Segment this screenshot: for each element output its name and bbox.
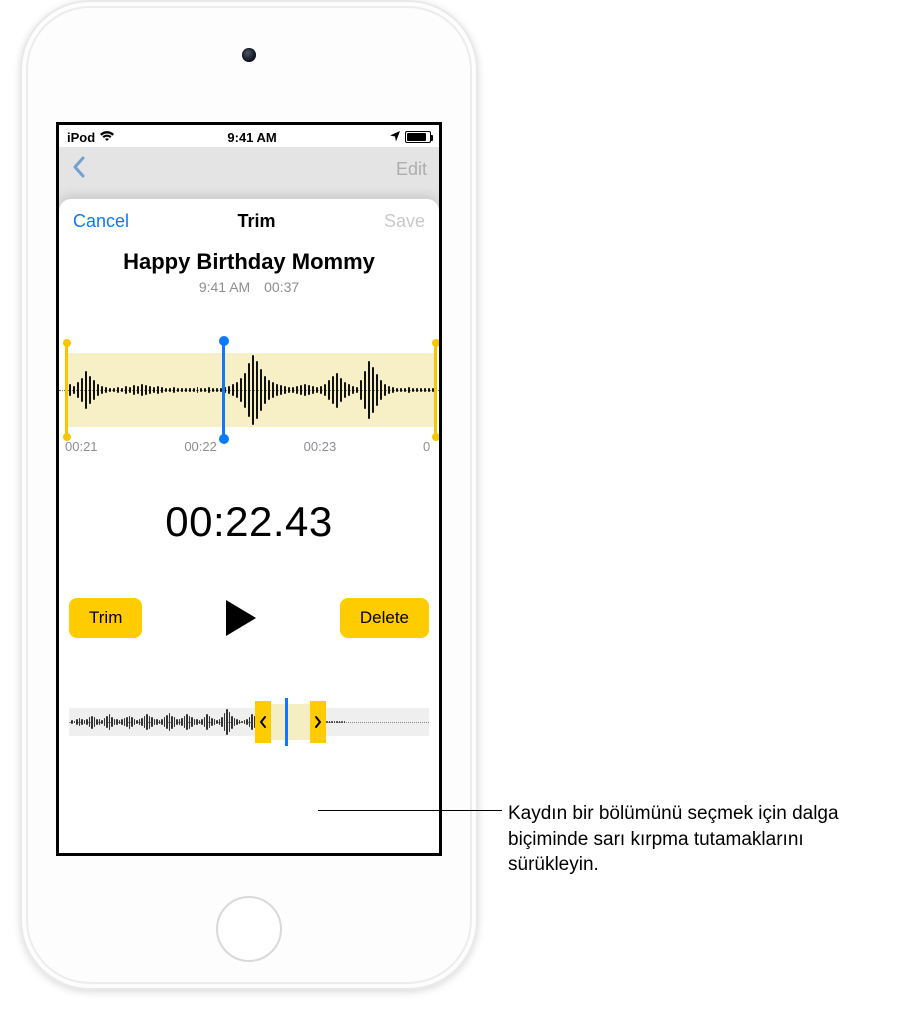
recording-time: 9:41 AM bbox=[199, 279, 250, 295]
overview-selection bbox=[271, 704, 311, 740]
save-button[interactable]: Save bbox=[384, 211, 425, 232]
waveform-overview[interactable] bbox=[59, 698, 439, 746]
sheet-nav: Cancel Trim Save bbox=[59, 199, 439, 243]
status-bar: iPod 9:41 AM bbox=[59, 125, 439, 147]
battery-icon bbox=[405, 131, 431, 143]
controls-row: Trim Delete bbox=[59, 598, 439, 638]
play-icon[interactable] bbox=[226, 600, 256, 636]
overview-trim-handle-left[interactable] bbox=[255, 701, 271, 743]
cancel-button[interactable]: Cancel bbox=[73, 211, 129, 232]
trim-sheet: Cancel Trim Save Happy Birthday Mommy 9:… bbox=[59, 199, 439, 853]
trim-button[interactable]: Trim bbox=[69, 598, 142, 638]
trim-handle-left[interactable] bbox=[65, 343, 68, 437]
trim-handle-right[interactable] bbox=[434, 343, 437, 437]
overview-bars bbox=[71, 708, 427, 736]
recording-meta: 9:41 AM 00:37 bbox=[59, 279, 439, 295]
home-button[interactable] bbox=[216, 896, 282, 962]
time-label: 0 bbox=[423, 439, 433, 454]
time-label: 00:22 bbox=[184, 439, 217, 454]
zoom-bars bbox=[65, 353, 437, 427]
carrier-label: iPod bbox=[67, 130, 95, 145]
wifi-icon bbox=[99, 130, 115, 145]
recording-title: Happy Birthday Mommy bbox=[59, 249, 439, 275]
front-camera bbox=[242, 48, 256, 62]
waveform-zoom[interactable] bbox=[59, 347, 439, 433]
location-icon bbox=[389, 130, 401, 145]
current-time-display: 00:22.43 bbox=[59, 498, 439, 546]
playhead[interactable] bbox=[222, 341, 225, 439]
screen: iPod 9:41 AM Edit Cancel bbox=[56, 122, 442, 856]
overview-playhead[interactable] bbox=[285, 698, 288, 746]
status-time: 9:41 AM bbox=[227, 130, 276, 145]
sheet-title: Trim bbox=[237, 211, 275, 232]
recording-duration: 00:37 bbox=[264, 279, 299, 295]
time-label: 00:21 bbox=[65, 439, 98, 454]
delete-button[interactable]: Delete bbox=[340, 598, 429, 638]
time-label: 00:23 bbox=[304, 439, 337, 454]
callout-leader-line bbox=[318, 810, 502, 811]
zoom-time-labels: 00:21 00:22 00:23 0 bbox=[59, 433, 439, 454]
overview-trim-handle-right[interactable] bbox=[310, 701, 326, 743]
ipod-device-frame: iPod 9:41 AM Edit Cancel bbox=[20, 0, 478, 990]
callout-text: Kaydın bir bölümünü seçmek için dalga bi… bbox=[508, 801, 888, 878]
